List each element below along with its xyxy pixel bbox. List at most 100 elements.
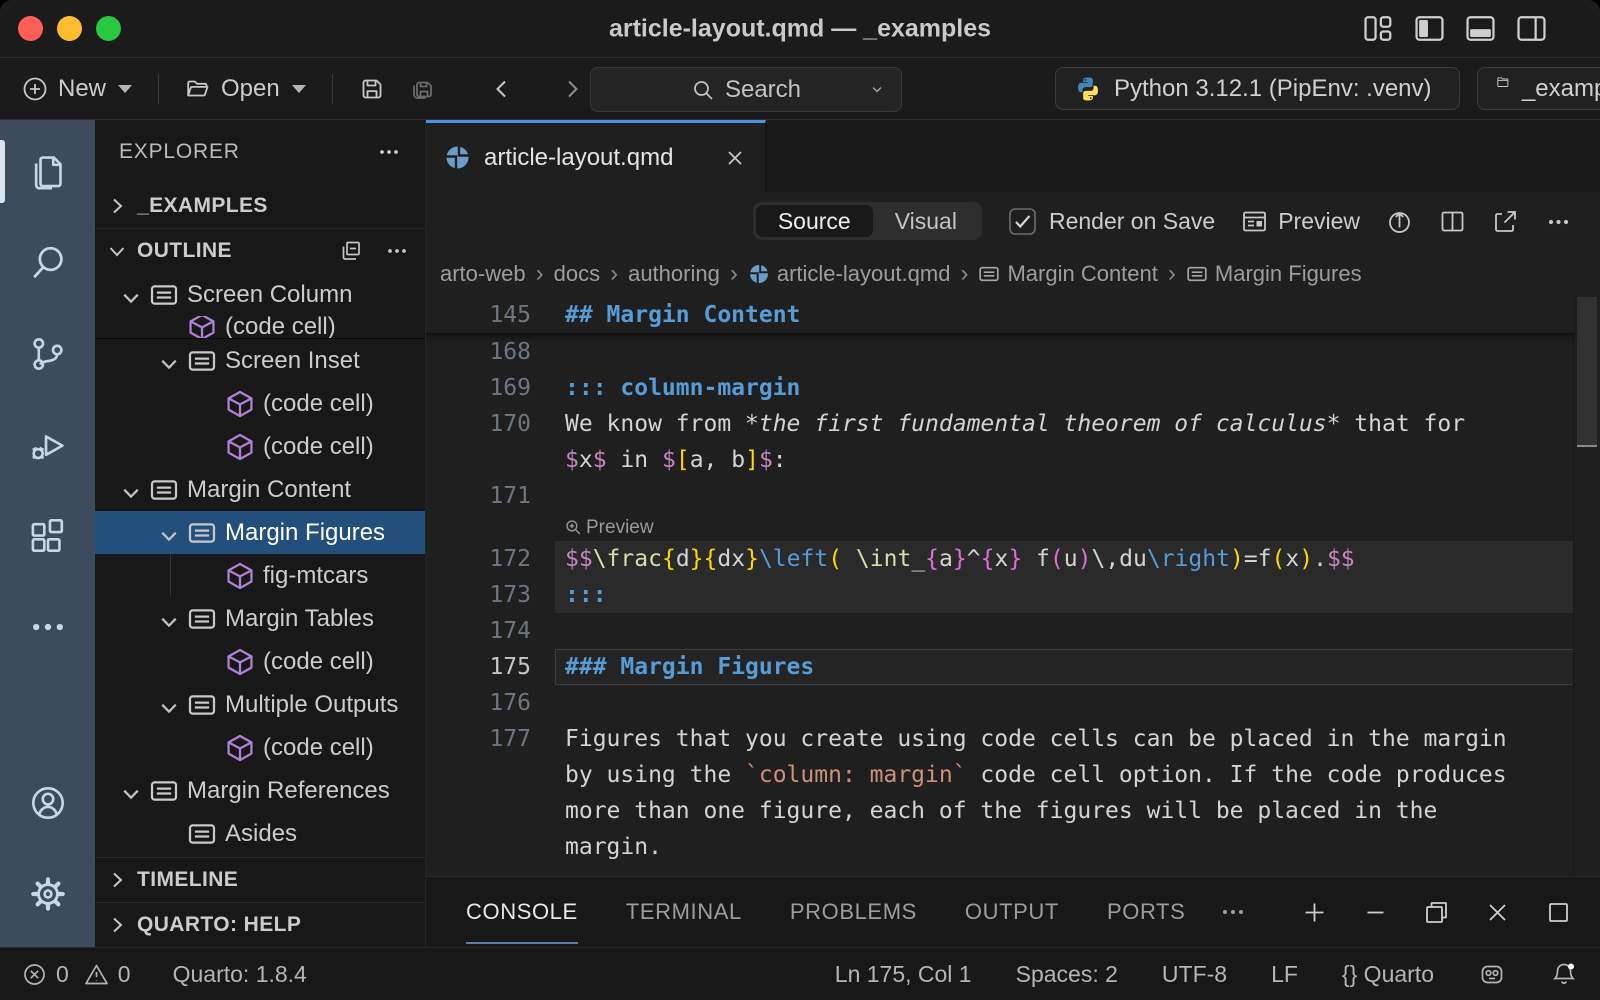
code-line[interactable]: 145## Margin Content [426,297,1574,334]
open-button[interactable]: Open [185,75,306,103]
breadcrumb-item[interactable]: authoring [628,261,720,287]
section-examples[interactable]: _EXAMPLES [95,184,425,228]
settings-button[interactable] [0,848,95,939]
outline-item[interactable]: Margin Figures [95,511,425,554]
scrollbar-thumb[interactable] [1577,297,1597,447]
close-window-button[interactable] [18,16,43,41]
problems-status[interactable]: 0 0 [22,961,131,988]
breadcrumb-item[interactable]: Margin Content [978,261,1157,287]
chevron-down-icon[interactable] [157,349,184,373]
navigate-back-button[interactable] [489,76,515,102]
assistant-robot-icon[interactable] [1478,960,1506,988]
panel-more-tabs-icon[interactable] [1219,898,1247,926]
chevron-down-icon[interactable] [119,478,146,502]
section-timeline[interactable]: TIMELINE [95,858,425,902]
global-search-box[interactable]: Search [590,67,902,112]
indentation-status[interactable]: Spaces: 2 [1016,961,1118,988]
outline-item[interactable]: Screen Inset [95,339,425,382]
panel-maximize-icon[interactable] [1545,899,1572,926]
editor-more-actions-icon[interactable] [1545,208,1572,235]
customize-layout-icon[interactable] [1362,12,1395,45]
panel-close-icon[interactable] [1484,899,1511,926]
close-tab-icon[interactable] [723,146,747,170]
workspace-folder-button[interactable]: _examples [1477,67,1600,110]
panel-tab-problems[interactable]: PROBLEMS [790,877,917,947]
encoding-status[interactable]: UTF-8 [1162,961,1227,988]
explorer-more-actions-icon[interactable] [377,140,401,164]
code-line[interactable]: 174 [426,613,1574,649]
editor-scrollbar[interactable] [1573,297,1600,876]
publish-icon[interactable] [1386,208,1413,235]
outline-item[interactable]: (code cell) [95,382,425,425]
code-line[interactable]: 171 [426,478,1574,514]
collapse-all-icon[interactable] [339,239,363,263]
new-file-button[interactable]: New [22,75,132,103]
activity-run-debug-button[interactable] [0,399,95,490]
navigate-forward-button[interactable] [559,76,585,102]
code-line[interactable]: 168 [426,334,1574,370]
mode-visual-button[interactable]: Visual [873,205,979,237]
code-line[interactable]: 175### Margin Figures [426,649,1574,685]
code-line[interactable]: by using the `column: margin` code cell … [426,757,1574,793]
code-line[interactable]: 173::: [426,577,1574,613]
chevron-down-icon[interactable] [157,693,184,717]
activity-source-control-button[interactable] [0,308,95,399]
account-button[interactable] [0,757,95,848]
activity-more-button[interactable] [0,581,95,672]
panel-tab-ports[interactable]: PORTS [1107,877,1185,947]
zoom-window-button[interactable] [96,16,121,41]
chevron-down-icon[interactable] [119,779,146,803]
code-line[interactable]: 169::: column-margin [426,370,1574,406]
outline-item[interactable]: fig-mtcars [95,554,425,597]
tab-article-layout[interactable]: article-layout.qmd [426,120,766,192]
code-editor[interactable]: 145## Margin Content168169::: column-mar… [426,297,1600,876]
code-line[interactable]: margin. [426,829,1574,865]
render-on-save-checkbox[interactable]: Render on Save [1008,207,1215,236]
preview-button[interactable]: Preview [1241,208,1360,235]
quarto-version-status[interactable]: Quarto: 1.8.4 [173,961,307,988]
code-line[interactable]: 172$$\frac{d}{dx}\left( \int_{a}^{x} f(u… [426,541,1574,577]
code-line[interactable]: more than one figure, each of the figure… [426,793,1574,829]
breadcrumb-item[interactable]: arto-web [440,261,526,287]
outline-item[interactable]: Margin References [95,769,425,812]
outline-item[interactable]: Asides [95,812,425,855]
toggle-bottom-panel-icon[interactable] [1464,12,1497,45]
eol-status[interactable]: LF [1271,961,1298,988]
activity-explorer-button[interactable] [0,126,95,217]
mode-source-button[interactable]: Source [756,205,873,237]
notifications-bell-icon[interactable] [1550,960,1578,988]
cursor-position-status[interactable]: Ln 175, Col 1 [835,961,972,988]
chevron-down-icon[interactable] [119,283,146,307]
code-line[interactable]: $x$ in $[a, b]$: [426,442,1574,478]
panel-tab-output[interactable]: OUTPUT [965,877,1059,947]
outline-item[interactable]: (code cell) [95,316,425,339]
code-line[interactable]: 176 [426,685,1574,721]
interpreter-selector-button[interactable]: Python 3.12.1 (PipEnv: .venv) [1055,67,1460,110]
chevron-down-icon[interactable] [157,521,184,545]
outline-item[interactable]: Margin Tables [95,597,425,640]
outline-item[interactable]: Screen Column [95,273,425,316]
panel-minimize-icon[interactable] [1362,899,1389,926]
split-editor-icon[interactable] [1439,208,1466,235]
section-outline[interactable]: OUTLINE [95,229,425,273]
panel-restore-icon[interactable] [1423,899,1450,926]
panel-tab-terminal[interactable]: TERMINAL [626,877,742,947]
minimize-window-button[interactable] [57,16,82,41]
search-dropdown-chevron-icon[interactable] [869,83,885,96]
outline-item[interactable]: (code cell) [95,425,425,468]
codelens-preview[interactable]: Preview [565,514,1574,541]
panel-tab-console[interactable]: CONSOLE [466,877,578,947]
open-external-icon[interactable] [1492,208,1519,235]
save-all-button[interactable] [409,76,435,102]
activity-search-button[interactable] [0,217,95,308]
toggle-right-sidebar-icon[interactable] [1515,12,1548,45]
breadcrumb-item[interactable]: docs [554,261,600,287]
language-mode-status[interactable]: {} Quarto [1342,961,1434,988]
outline-item[interactable]: Margin Content [95,468,425,511]
outline-more-actions-icon[interactable] [385,239,409,263]
outline-item[interactable]: (code cell) [95,640,425,683]
panel-new-icon[interactable] [1301,899,1328,926]
outline-item[interactable]: Multiple Outputs [95,683,425,726]
section-quarto-help[interactable]: QUARTO: HELP [95,903,425,947]
code-line[interactable]: 170We know from *the first fundamental t… [426,406,1574,442]
